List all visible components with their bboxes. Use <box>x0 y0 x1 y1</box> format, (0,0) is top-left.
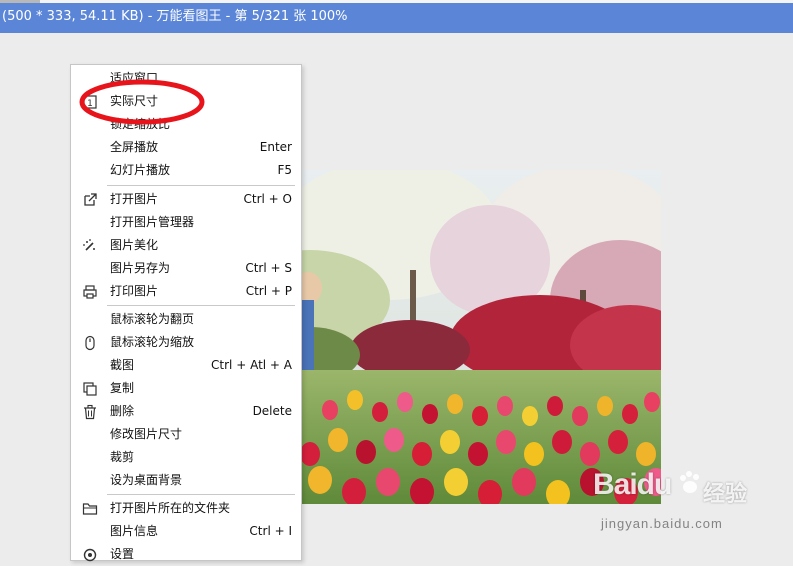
menu-item-wheel-page[interactable]: 鼠标滚轮为翻页 <box>71 308 301 331</box>
menu-item-label: 锁定缩放比 <box>110 117 171 131</box>
menu-item-label: 设置 <box>110 547 135 561</box>
menu-separator <box>107 185 295 186</box>
watermark-logo: Baidu <box>593 468 672 501</box>
menu-item-settings[interactable]: 设置 <box>71 543 301 566</box>
menu-item-label: 鼠标滚轮为翻页 <box>110 312 195 326</box>
menu-item-wheel-zoom[interactable]: 鼠标滚轮为缩放 <box>71 331 301 354</box>
menu-item-shortcut: F5 <box>277 163 292 177</box>
menu-item-label: 打开图片 <box>110 192 159 206</box>
menu-separator <box>107 305 295 306</box>
menu-item-fullscreen[interactable]: 全屏播放 Enter <box>71 136 301 159</box>
menu-item-label: 全屏播放 <box>110 140 159 154</box>
menu-item-shortcut: Ctrl + S <box>245 261 292 275</box>
menu-item-set-wallpaper[interactable]: 设为桌面背景 <box>71 469 301 492</box>
menu-item-resize[interactable]: 修改图片尺寸 <box>71 423 301 446</box>
magic-wand-icon <box>83 239 95 251</box>
menu-item-label: 幻灯片播放 <box>110 163 171 177</box>
menu-item-label: 截图 <box>110 358 135 372</box>
mouse-icon <box>85 335 95 351</box>
menu-item-label: 复制 <box>110 381 135 395</box>
baidu-paw-icon <box>680 471 699 493</box>
menu-item-label: 鼠标滚轮为缩放 <box>110 335 195 349</box>
menu-separator <box>107 494 295 495</box>
baidu-jingyan-watermark: Baidu 经验 jingyan.baidu.com <box>593 468 753 538</box>
menu-item-label: 图片美化 <box>110 238 159 252</box>
context-menu: 适应窗口 1 实际尺寸 锁定缩放比 全屏播放 Enter 幻灯片播放 F5 打开… <box>70 64 302 562</box>
menu-item-label: 实际尺寸 <box>110 94 159 108</box>
menu-item-image-info[interactable]: 图片信息 Ctrl + I <box>71 520 301 543</box>
menu-item-fit-window[interactable]: 适应窗口 <box>71 67 301 90</box>
menu-item-label: 裁剪 <box>110 450 135 464</box>
menu-item-shortcut: Delete <box>252 404 292 418</box>
menu-item-open-folder[interactable]: 打开图片所在的文件夹 <box>71 497 301 520</box>
menu-item-shortcut: Ctrl + O <box>243 192 292 206</box>
menu-item-print[interactable]: 打印图片 Ctrl + P <box>71 280 301 303</box>
menu-item-label: 图片另存为 <box>110 261 171 275</box>
folder-icon <box>82 503 98 515</box>
watermark-url: jingyan.baidu.com <box>601 516 723 531</box>
copy-icon <box>83 382 97 396</box>
menu-item-label: 删除 <box>110 404 135 418</box>
open-external-icon <box>84 193 97 206</box>
menu-item-shortcut: Enter <box>259 140 292 154</box>
menu-item-open-image[interactable]: 打开图片 Ctrl + O <box>71 188 301 211</box>
svg-text:1: 1 <box>87 99 93 109</box>
watermark-product: 经验 <box>703 482 748 507</box>
trash-icon <box>84 404 96 420</box>
menu-item-image-manager[interactable]: 打开图片管理器 <box>71 211 301 234</box>
menu-item-lock-zoom[interactable]: 锁定缩放比 <box>71 113 301 136</box>
menu-item-label: 打开图片管理器 <box>110 215 195 229</box>
menu-item-shortcut: Ctrl + Atl + A <box>211 358 292 372</box>
gear-icon <box>83 548 97 562</box>
menu-item-screenshot[interactable]: 截图 Ctrl + Atl + A <box>71 354 301 377</box>
menu-item-label: 适应窗口 <box>110 71 159 85</box>
menu-item-label: 修改图片尺寸 <box>110 427 183 441</box>
printer-icon <box>83 285 97 299</box>
menu-item-slideshow[interactable]: 幻灯片播放 F5 <box>71 159 301 182</box>
menu-item-crop[interactable]: 裁剪 <box>71 446 301 469</box>
window-titlebar: (500 * 333, 54.11 KB) - 万能看图王 - 第 5/321 … <box>0 0 793 33</box>
menu-item-label: 设为桌面背景 <box>110 473 183 487</box>
window-title: (500 * 333, 54.11 KB) - 万能看图王 - 第 5/321 … <box>2 9 348 24</box>
menu-item-save-as[interactable]: 图片另存为 Ctrl + S <box>71 257 301 280</box>
menu-item-label: 图片信息 <box>110 524 159 538</box>
actual-size-icon: 1 <box>83 95 97 109</box>
menu-item-shortcut: Ctrl + P <box>245 284 292 298</box>
menu-item-delete[interactable]: 删除 Delete <box>71 400 301 423</box>
menu-item-copy[interactable]: 复制 <box>71 377 301 400</box>
menu-item-shortcut: Ctrl + I <box>249 524 292 538</box>
menu-item-label: 打开图片所在的文件夹 <box>110 501 231 515</box>
menu-item-beautify[interactable]: 图片美化 <box>71 234 301 257</box>
menu-item-label: 打印图片 <box>110 284 159 298</box>
menu-item-actual-size[interactable]: 1 实际尺寸 <box>71 90 301 113</box>
